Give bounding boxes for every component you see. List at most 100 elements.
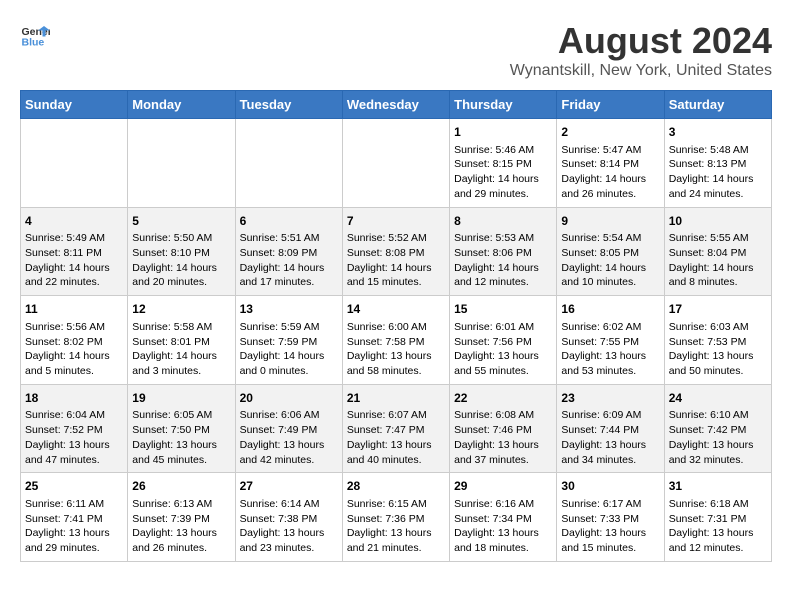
day-number: 29 <box>454 478 552 495</box>
day-number: 23 <box>561 390 659 407</box>
day-info: Sunrise: 5:48 AM Sunset: 8:13 PM Dayligh… <box>669 143 767 202</box>
calendar-cell: 14 Sunrise: 6:00 AM Sunset: 7:58 PM Dayli… <box>342 296 449 385</box>
day-number: 31 <box>669 478 767 495</box>
day-info: Sunrise: 5:54 AM Sunset: 8:05 PM Dayligh… <box>561 231 659 290</box>
subtitle: Wynantskill, New York, United States <box>510 62 772 80</box>
page-header: General Blue August 2024 Wynantskill, Ne… <box>20 20 772 80</box>
calendar-cell: 9Sunrise: 5:54 AM Sunset: 8:05 PM Daylig… <box>557 207 664 296</box>
day-number: 11 <box>25 301 123 318</box>
calendar-cell: 10Sunrise: 5:55 AM Sunset: 8:04 PM Dayli… <box>664 207 771 296</box>
day-info: Sunrise: 5:59 AM Sunset: 7:59 PM Dayligh… <box>240 320 338 379</box>
calendar-cell: 7Sunrise: 5:52 AM Sunset: 8:08 PM Daylig… <box>342 207 449 296</box>
day-info: Sunrise: 5:53 AM Sunset: 8:06 PM Dayligh… <box>454 231 552 290</box>
day-info: Sunrise: 6:11 AM Sunset: 7:41 PM Dayligh… <box>25 497 123 556</box>
day-number: 3 <box>669 124 767 141</box>
day-info: Sunrise: 6:17 AM Sunset: 7:33 PM Dayligh… <box>561 497 659 556</box>
calendar-cell: 20Sunrise: 6:06 AM Sunset: 7:49 PM Dayli… <box>235 384 342 473</box>
day-info: Sunrise: 6:08 AM Sunset: 7:46 PM Dayligh… <box>454 408 552 467</box>
logo: General Blue <box>20 20 50 50</box>
day-info: Sunrise: 6:04 AM Sunset: 7:52 PM Dayligh… <box>25 408 123 467</box>
calendar-cell: 11 Sunrise: 5:56 AM Sunset: 8:02 PM Dayli… <box>21 296 128 385</box>
calendar-cell: 27 Sunrise: 6:14 AM Sunset: 7:38 PM Dayli… <box>235 473 342 562</box>
day-info: Sunrise: 6:03 AM Sunset: 7:53 PM Dayligh… <box>669 320 767 379</box>
day-number: 25 <box>25 478 123 495</box>
day-info: Sunrise: 5:52 AM Sunset: 8:08 PM Dayligh… <box>347 231 445 290</box>
main-title: August 2024 <box>510 20 772 62</box>
col-header-tuesday: Tuesday <box>235 91 342 119</box>
day-number: 7 <box>347 213 445 230</box>
day-info: Sunrise: 6:10 AM Sunset: 7:42 PM Dayligh… <box>669 408 767 467</box>
calendar-cell: 29 Sunrise: 6:16 AM Sunset: 7:34 PM Dayli… <box>450 473 557 562</box>
day-info: Sunrise: 5:49 AM Sunset: 8:11 PM Dayligh… <box>25 231 123 290</box>
calendar-cell <box>21 119 128 208</box>
day-number: 13 <box>240 301 338 318</box>
calendar-cell: 28Sunrise: 6:15 AM Sunset: 7:36 PM Dayli… <box>342 473 449 562</box>
calendar-cell <box>128 119 235 208</box>
day-number: 5 <box>132 213 230 230</box>
calendar-cell: 24Sunrise: 6:10 AM Sunset: 7:42 PM Dayli… <box>664 384 771 473</box>
day-number: 10 <box>669 213 767 230</box>
calendar-cell: 31 Sunrise: 6:18 AM Sunset: 7:31 PM Dayli… <box>664 473 771 562</box>
day-number: 9 <box>561 213 659 230</box>
day-number: 16 <box>561 301 659 318</box>
calendar-cell: 22Sunrise: 6:08 AM Sunset: 7:46 PM Dayli… <box>450 384 557 473</box>
calendar-cell: 30 Sunrise: 6:17 AM Sunset: 7:33 PM Dayli… <box>557 473 664 562</box>
day-number: 4 <box>25 213 123 230</box>
day-number: 18 <box>25 390 123 407</box>
day-info: Sunrise: 6:14 AM Sunset: 7:38 PM Dayligh… <box>240 497 338 556</box>
day-number: 24 <box>669 390 767 407</box>
calendar-cell: 5Sunrise: 5:50 AM Sunset: 8:10 PM Daylig… <box>128 207 235 296</box>
day-number: 6 <box>240 213 338 230</box>
week-row-4: 18Sunrise: 6:04 AM Sunset: 7:52 PM Dayli… <box>21 384 772 473</box>
col-header-monday: Monday <box>128 91 235 119</box>
calendar-cell: 23Sunrise: 6:09 AM Sunset: 7:44 PM Dayli… <box>557 384 664 473</box>
day-number: 26 <box>132 478 230 495</box>
col-header-sunday: Sunday <box>21 91 128 119</box>
week-row-2: 4Sunrise: 5:49 AM Sunset: 8:11 PM Daylig… <box>21 207 772 296</box>
calendar-cell: 6Sunrise: 5:51 AM Sunset: 8:09 PM Daylig… <box>235 207 342 296</box>
day-info: Sunrise: 6:18 AM Sunset: 7:31 PM Dayligh… <box>669 497 767 556</box>
calendar-table: SundayMondayTuesdayWednesdayThursdayFrid… <box>20 90 772 562</box>
day-number: 8 <box>454 213 552 230</box>
day-info: Sunrise: 5:47 AM Sunset: 8:14 PM Dayligh… <box>561 143 659 202</box>
header-row: SundayMondayTuesdayWednesdayThursdayFrid… <box>21 91 772 119</box>
logo-icon: General Blue <box>20 20 50 50</box>
calendar-cell: 17 Sunrise: 6:03 AM Sunset: 7:53 PM Dayli… <box>664 296 771 385</box>
day-info: Sunrise: 6:09 AM Sunset: 7:44 PM Dayligh… <box>561 408 659 467</box>
day-info: Sunrise: 6:07 AM Sunset: 7:47 PM Dayligh… <box>347 408 445 467</box>
calendar-cell: 25 Sunrise: 6:11 AM Sunset: 7:41 PM Dayli… <box>21 473 128 562</box>
week-row-5: 25 Sunrise: 6:11 AM Sunset: 7:41 PM Dayli… <box>21 473 772 562</box>
day-number: 2 <box>561 124 659 141</box>
calendar-cell <box>235 119 342 208</box>
day-info: Sunrise: 6:00 AM Sunset: 7:58 PM Dayligh… <box>347 320 445 379</box>
day-number: 14 <box>347 301 445 318</box>
day-number: 30 <box>561 478 659 495</box>
day-info: Sunrise: 5:56 AM Sunset: 8:02 PM Dayligh… <box>25 320 123 379</box>
calendar-cell: 21Sunrise: 6:07 AM Sunset: 7:47 PM Dayli… <box>342 384 449 473</box>
title-block: August 2024 Wynantskill, New York, Unite… <box>510 20 772 80</box>
svg-text:Blue: Blue <box>22 37 45 49</box>
day-number: 22 <box>454 390 552 407</box>
week-row-1: 1Sunrise: 5:46 AM Sunset: 8:15 PM Daylig… <box>21 119 772 208</box>
day-info: Sunrise: 6:01 AM Sunset: 7:56 PM Dayligh… <box>454 320 552 379</box>
day-info: Sunrise: 6:16 AM Sunset: 7:34 PM Dayligh… <box>454 497 552 556</box>
day-number: 19 <box>132 390 230 407</box>
day-number: 17 <box>669 301 767 318</box>
calendar-cell: 2 Sunrise: 5:47 AM Sunset: 8:14 PM Daylig… <box>557 119 664 208</box>
calendar-cell: 26 Sunrise: 6:13 AM Sunset: 7:39 PM Dayli… <box>128 473 235 562</box>
col-header-friday: Friday <box>557 91 664 119</box>
day-number: 20 <box>240 390 338 407</box>
day-info: Sunrise: 5:50 AM Sunset: 8:10 PM Dayligh… <box>132 231 230 290</box>
calendar-cell <box>342 119 449 208</box>
calendar-cell: 1Sunrise: 5:46 AM Sunset: 8:15 PM Daylig… <box>450 119 557 208</box>
day-number: 28 <box>347 478 445 495</box>
calendar-cell: 18Sunrise: 6:04 AM Sunset: 7:52 PM Dayli… <box>21 384 128 473</box>
day-number: 1 <box>454 124 552 141</box>
day-info: Sunrise: 6:13 AM Sunset: 7:39 PM Dayligh… <box>132 497 230 556</box>
day-info: Sunrise: 5:58 AM Sunset: 8:01 PM Dayligh… <box>132 320 230 379</box>
calendar-cell: 19Sunrise: 6:05 AM Sunset: 7:50 PM Dayli… <box>128 384 235 473</box>
day-number: 27 <box>240 478 338 495</box>
calendar-cell: 12Sunrise: 5:58 AM Sunset: 8:01 PM Dayli… <box>128 296 235 385</box>
col-header-thursday: Thursday <box>450 91 557 119</box>
day-number: 21 <box>347 390 445 407</box>
